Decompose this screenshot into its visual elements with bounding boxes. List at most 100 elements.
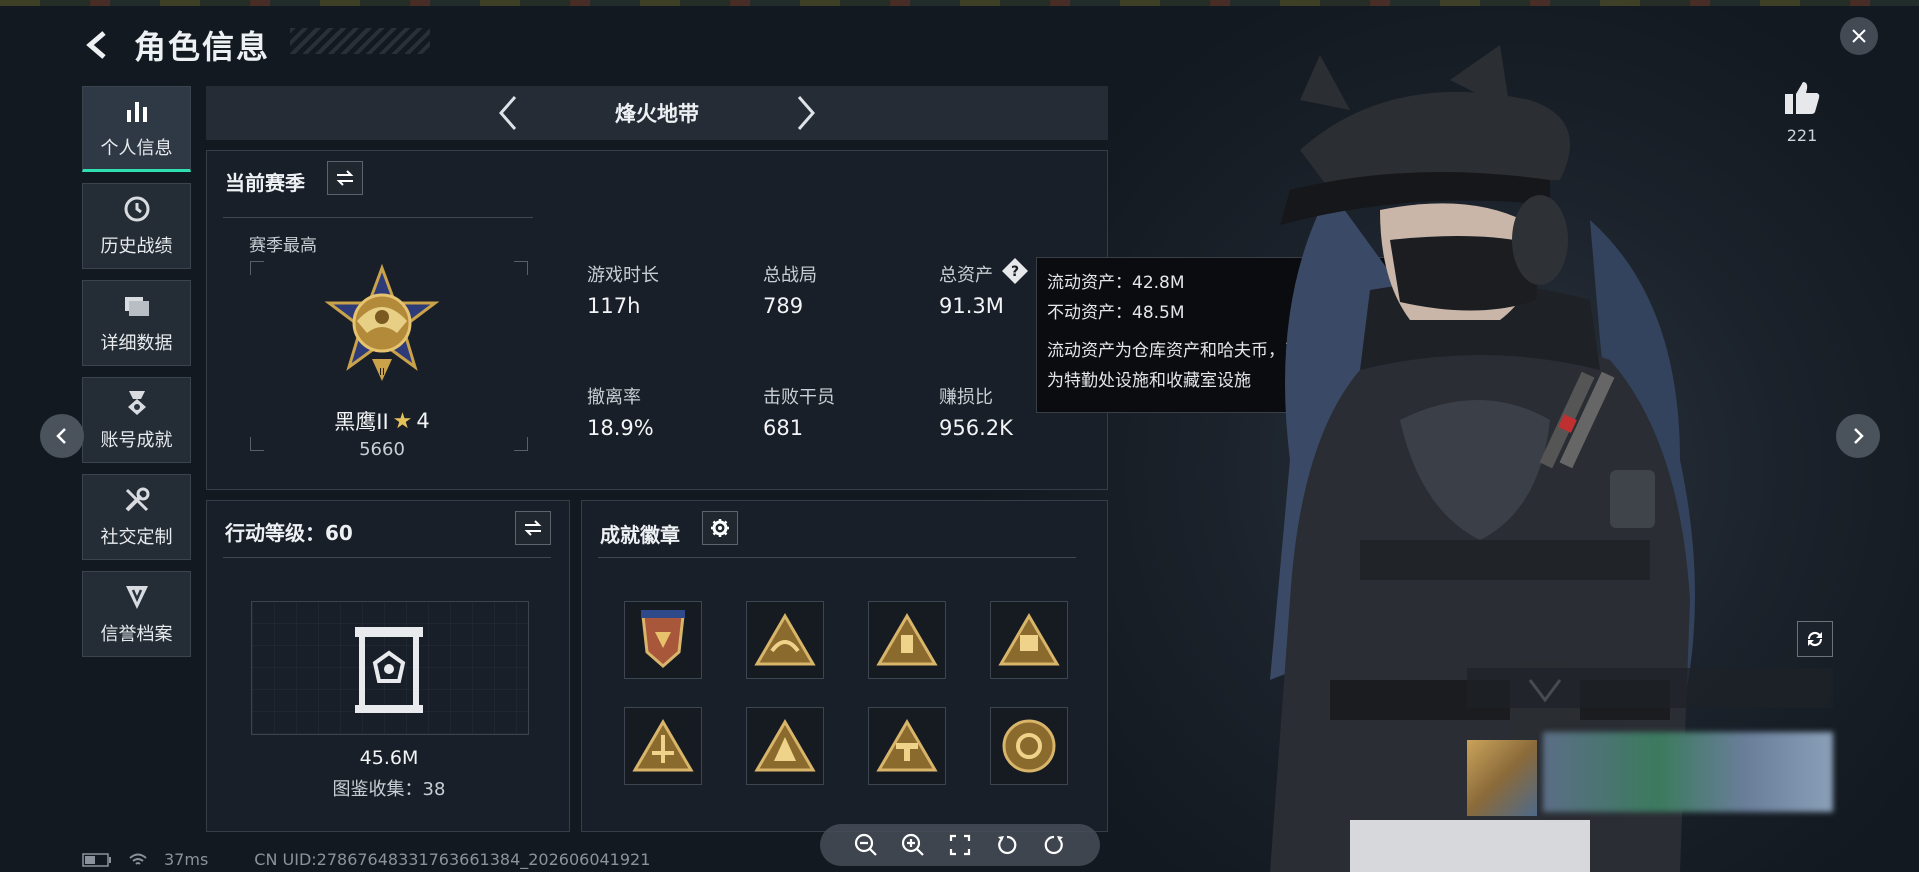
medal-icon: [122, 388, 152, 418]
rank-line: 黑鹰II ★ 4: [207, 406, 557, 436]
zoom-in-icon: [901, 833, 924, 856]
nav-item-details[interactable]: 详细数据: [82, 280, 191, 366]
stat-label: 赚损比: [939, 387, 993, 408]
page-header: 角色信息: [80, 22, 270, 68]
battery-icon: [82, 852, 111, 867]
mode-switcher: 烽火地带: [206, 86, 1108, 140]
asset-help-button[interactable]: ?: [1001, 257, 1029, 285]
stat-value: 956.2K: [939, 416, 1013, 440]
action-level-panel: 行动等级：60 45.6M 图鉴收集：38: [206, 500, 570, 832]
star-icon: ★: [392, 408, 413, 434]
collection-count: 图鉴收集：38: [332, 779, 446, 800]
action-level-switch-button[interactable]: [515, 511, 551, 545]
wifi-icon: [129, 853, 147, 865]
stat-label: 撤离率: [587, 387, 641, 408]
nav-item-label: 信誉档案: [100, 624, 173, 645]
zoom-in-button[interactable]: [900, 832, 926, 858]
nav-item-personal-info[interactable]: 个人信息: [82, 86, 191, 172]
badges-settings-button[interactable]: [702, 511, 738, 545]
rotate-right-button[interactable]: [1041, 832, 1067, 858]
thumbs-up-icon: [1785, 82, 1820, 114]
badge-item[interactable]: [868, 601, 946, 679]
folder-icon: [122, 291, 152, 321]
blurred-banner: [1543, 732, 1833, 812]
shield-icon: [122, 582, 152, 612]
title-decoration: [290, 28, 430, 54]
prev-page-button[interactable]: [40, 414, 84, 458]
collection-value: 45.6M: [359, 747, 419, 769]
rank-emblem-icon: II: [324, 263, 440, 381]
svg-text:II: II: [379, 367, 385, 378]
rank-score: 5660: [359, 439, 405, 460]
chevron-right-icon: [797, 96, 815, 130]
nav-item-social[interactable]: 社交定制: [82, 474, 191, 560]
badge-item[interactable]: [624, 601, 702, 679]
shield-badge-icon: [641, 610, 685, 668]
rank-name: 黑鹰II: [334, 410, 389, 434]
close-icon: [1852, 29, 1866, 43]
mode-next-button[interactable]: [784, 91, 828, 135]
badge-item[interactable]: [990, 707, 1068, 785]
triangle-badge-icon: [632, 719, 694, 772]
rotate-icon: [1807, 631, 1823, 647]
top-stripe: [0, 0, 1919, 6]
frame-corner: [514, 261, 528, 275]
badge-item[interactable]: [746, 601, 824, 679]
history-clock-icon: [122, 194, 152, 224]
zoom-out-icon: [854, 833, 877, 856]
triangle-badge-icon: [998, 613, 1060, 666]
nav-item-label: 账号成就: [100, 430, 173, 451]
season-panel: 当前赛季 赛季最高 II 黑鹰II ★ 4 5660 游戏时长 117h 总战局…: [206, 150, 1108, 490]
close-button[interactable]: [1840, 17, 1878, 55]
stat-value: 789: [763, 294, 804, 318]
badge-item[interactable]: [990, 601, 1068, 679]
action-level-title: 行动等级：60: [225, 521, 353, 545]
bar-chart-icon: [122, 96, 152, 126]
view-toolbar: [820, 824, 1100, 866]
wrench-icon: [122, 485, 152, 515]
back-button[interactable]: [80, 25, 116, 65]
season-best-label: 赛季最高: [249, 236, 317, 256]
uid-text: CN UID:2786764833176366138​4_20260604192…: [254, 850, 651, 869]
like-button[interactable]: [1780, 80, 1824, 120]
swap-icon: [336, 170, 354, 186]
triangle-badge-icon: [754, 719, 816, 772]
mode-prev-button[interactable]: [486, 91, 530, 135]
swap-icon: [524, 520, 542, 536]
fullscreen-button[interactable]: [947, 832, 973, 858]
stat-value: 91.3M: [939, 294, 1004, 318]
badge-item[interactable]: [624, 707, 702, 785]
svg-text:?: ?: [1011, 264, 1019, 280]
help-icon: ?: [1002, 258, 1028, 284]
collection-case-icon: [355, 627, 423, 713]
zoom-out-button[interactable]: [853, 832, 879, 858]
season-switch-button[interactable]: [327, 161, 363, 195]
nav-item-achievements[interactable]: 账号成就: [82, 377, 191, 463]
rotate-left-button[interactable]: [994, 832, 1020, 858]
divider: [223, 217, 533, 218]
badge-item[interactable]: [746, 707, 824, 785]
stat-value: 117h: [587, 294, 641, 318]
divider: [598, 557, 1076, 558]
stat-value: 681: [763, 416, 804, 440]
overlay-header: [1467, 668, 1833, 708]
rotate-left-icon: [998, 835, 1017, 855]
next-page-button[interactable]: [1836, 414, 1880, 458]
frame-corner: [250, 261, 264, 275]
circle-badge-icon: [1002, 719, 1056, 773]
blurred-overlay-card: [1467, 668, 1833, 838]
nav-item-credit[interactable]: 信誉档案: [82, 571, 191, 657]
fullscreen-icon: [949, 834, 971, 856]
page-title: 角色信息: [134, 28, 271, 66]
avatar: [1467, 740, 1537, 816]
badges-panel: 成就徽章: [581, 500, 1108, 832]
nav-item-label: 详细数据: [100, 333, 173, 354]
like-block: 221: [1780, 80, 1824, 145]
badge-item[interactable]: [868, 707, 946, 785]
stat-label: 游戏时长: [587, 265, 659, 286]
badges-title: 成就徽章: [600, 523, 680, 547]
rotate-model-button[interactable]: [1797, 621, 1833, 657]
nav-item-history[interactable]: 历史战绩: [82, 183, 191, 269]
like-count: 221: [1786, 126, 1818, 145]
rank-stars: 4: [416, 409, 430, 433]
